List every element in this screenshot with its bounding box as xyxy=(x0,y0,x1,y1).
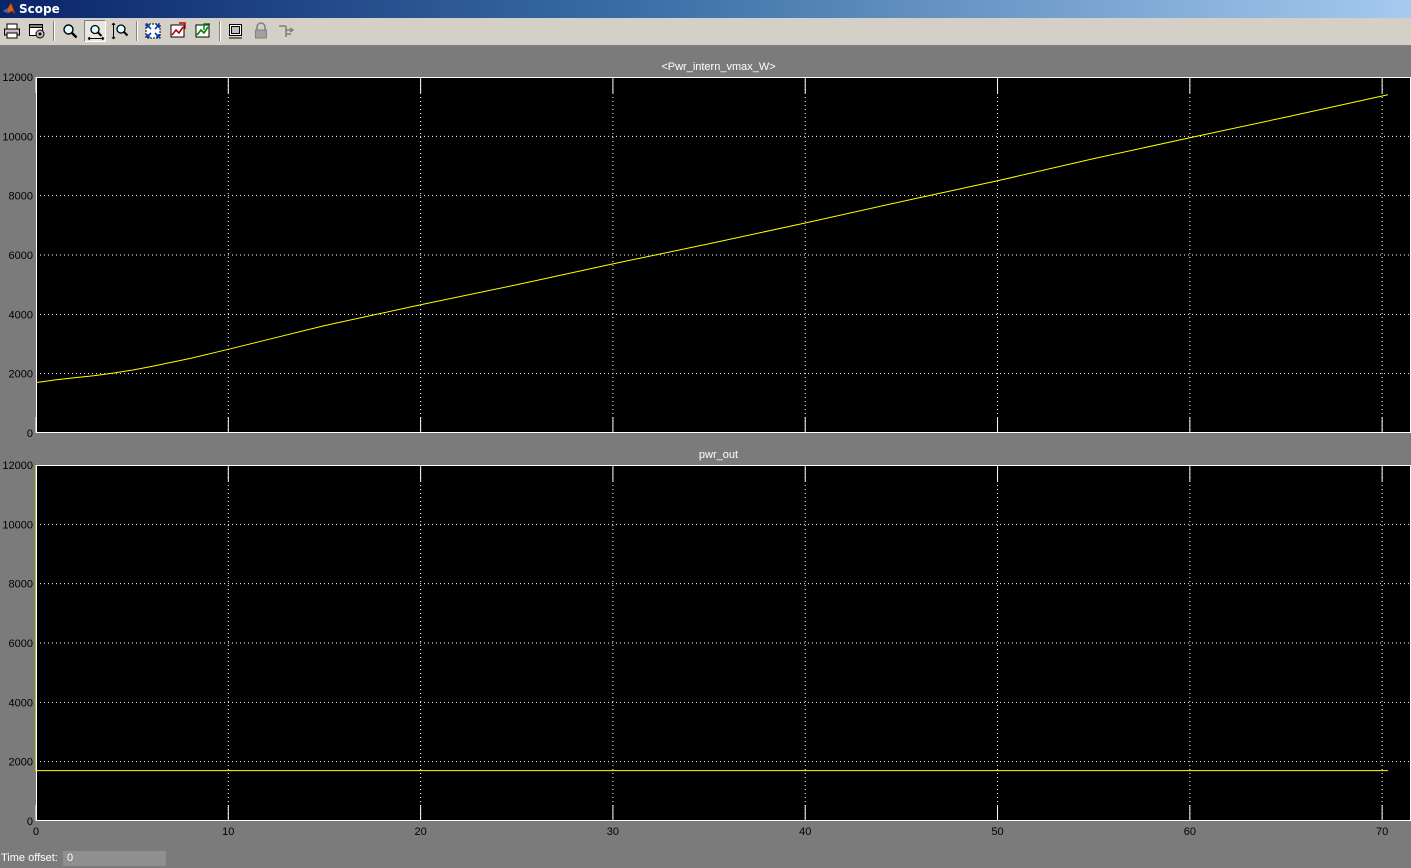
scope-plot-area: <Pwr_intern_vmax_W> 0 2000 4000 6000 8000 1000… xyxy=(0,46,1411,849)
scope-axes-1: <Pwr_intern_vmax_W> 0 2000 4000 6000 8000 1000… xyxy=(2,61,1411,440)
x-tick-label: 40 xyxy=(799,826,811,838)
zoom-x-axis-icon xyxy=(87,24,105,41)
zoom-x-button[interactable] xyxy=(84,20,106,42)
y-tick-label: 8000 xyxy=(9,191,33,203)
y-tick-label: 12000 xyxy=(2,72,33,84)
zoom-y-button[interactable] xyxy=(109,20,131,42)
save-axes-settings-icon xyxy=(170,22,186,38)
lock-axes-button[interactable] xyxy=(250,20,272,42)
time-offset-label: Time offset: xyxy=(1,852,58,864)
time-offset-value: 0 xyxy=(63,851,166,866)
printer-icon xyxy=(4,23,20,39)
x-tick-label: 60 xyxy=(1184,826,1196,838)
zoom-icon xyxy=(63,24,78,39)
toolbar xyxy=(0,18,1411,46)
toolbar-separator xyxy=(53,21,55,41)
floating-scope-button[interactable] xyxy=(225,20,247,42)
autoscale-button[interactable] xyxy=(142,20,164,42)
parameters-button[interactable] xyxy=(26,20,48,42)
y-tick-label: 6000 xyxy=(9,638,33,650)
x-tick-label: 30 xyxy=(607,826,619,838)
matlab-logo-icon xyxy=(2,2,16,15)
toolbar-separator xyxy=(219,21,221,41)
y-tick-label: 10000 xyxy=(2,131,33,143)
x-tick-label: 20 xyxy=(414,826,426,838)
axes-title: pwr_out xyxy=(699,449,738,461)
lock-icon xyxy=(255,22,267,39)
floating-scope-icon xyxy=(229,24,242,39)
scope-axes-2: pwr_out0200040006000800010000120000 10 20 3… xyxy=(2,449,1411,838)
y-tick-label: 2000 xyxy=(9,757,33,769)
signal-selection-button[interactable] xyxy=(275,20,297,42)
scope-axes-canvas[interactable]: <Pwr_intern_vmax_W> 0 2000 4000 6000 8000 1000… xyxy=(0,46,1411,849)
zoom-y-axis-icon xyxy=(111,22,129,40)
toolbar-separator xyxy=(136,21,138,41)
signal-selection-icon xyxy=(279,25,295,37)
y-tick-label: 6000 xyxy=(9,250,33,262)
y-tick-label: 4000 xyxy=(9,309,33,321)
x-tick-label: 70 xyxy=(1376,826,1388,838)
axes-title: <Pwr_intern_vmax_W> xyxy=(661,61,775,73)
zoom-button[interactable] xyxy=(59,20,81,42)
title-bar: Scope xyxy=(0,0,1411,18)
y-tick-label: 10000 xyxy=(2,519,33,531)
parameters-icon xyxy=(29,24,45,39)
status-bar: Time offset: 0 xyxy=(0,849,1411,868)
y-tick-label: 12000 xyxy=(2,460,33,472)
autoscale-icon xyxy=(145,23,161,39)
restore-axes-settings-icon xyxy=(195,23,210,38)
x-tick-label: 10 xyxy=(222,826,234,838)
y-tick-label: 8000 xyxy=(9,579,33,591)
y-tick-label: 0 xyxy=(27,428,33,440)
window-title: Scope xyxy=(19,2,60,16)
save-axes-settings-button[interactable] xyxy=(167,20,189,42)
x-tick-label: 0 xyxy=(33,826,39,838)
x-tick-label: 50 xyxy=(991,826,1003,838)
print-button[interactable] xyxy=(1,20,23,42)
y-tick-label: 2000 xyxy=(9,369,33,381)
restore-axes-settings-button[interactable] xyxy=(192,20,214,42)
y-tick-label: 4000 xyxy=(9,697,33,709)
